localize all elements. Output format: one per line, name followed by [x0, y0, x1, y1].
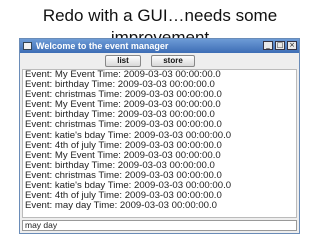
minimize-icon[interactable]: _ [263, 41, 273, 50]
window-icon [23, 42, 32, 50]
event-manager-window: Welcome to the event manager _ □ × list … [19, 38, 300, 234]
list-button[interactable]: list [105, 55, 141, 67]
window-title: Welcome to the event manager [36, 41, 169, 51]
window-titlebar: Welcome to the event manager _ □ × [20, 39, 299, 53]
toolbar: list store [20, 54, 299, 70]
window-controls: _ □ × [263, 41, 297, 50]
event-log[interactable]: Event: My Event Time: 2009-03-03 00:00:0… [22, 69, 297, 218]
store-button[interactable]: store [151, 55, 195, 67]
slide-title-line1: Redo with a GUI…needs some [42, 6, 278, 25]
maximize-icon[interactable]: □ [275, 41, 285, 50]
event-name-input[interactable]: may day [22, 220, 297, 231]
close-icon[interactable]: × [287, 41, 297, 50]
event-line: Event: may day Time: 2009-03-03 00:00:00… [25, 200, 217, 212]
